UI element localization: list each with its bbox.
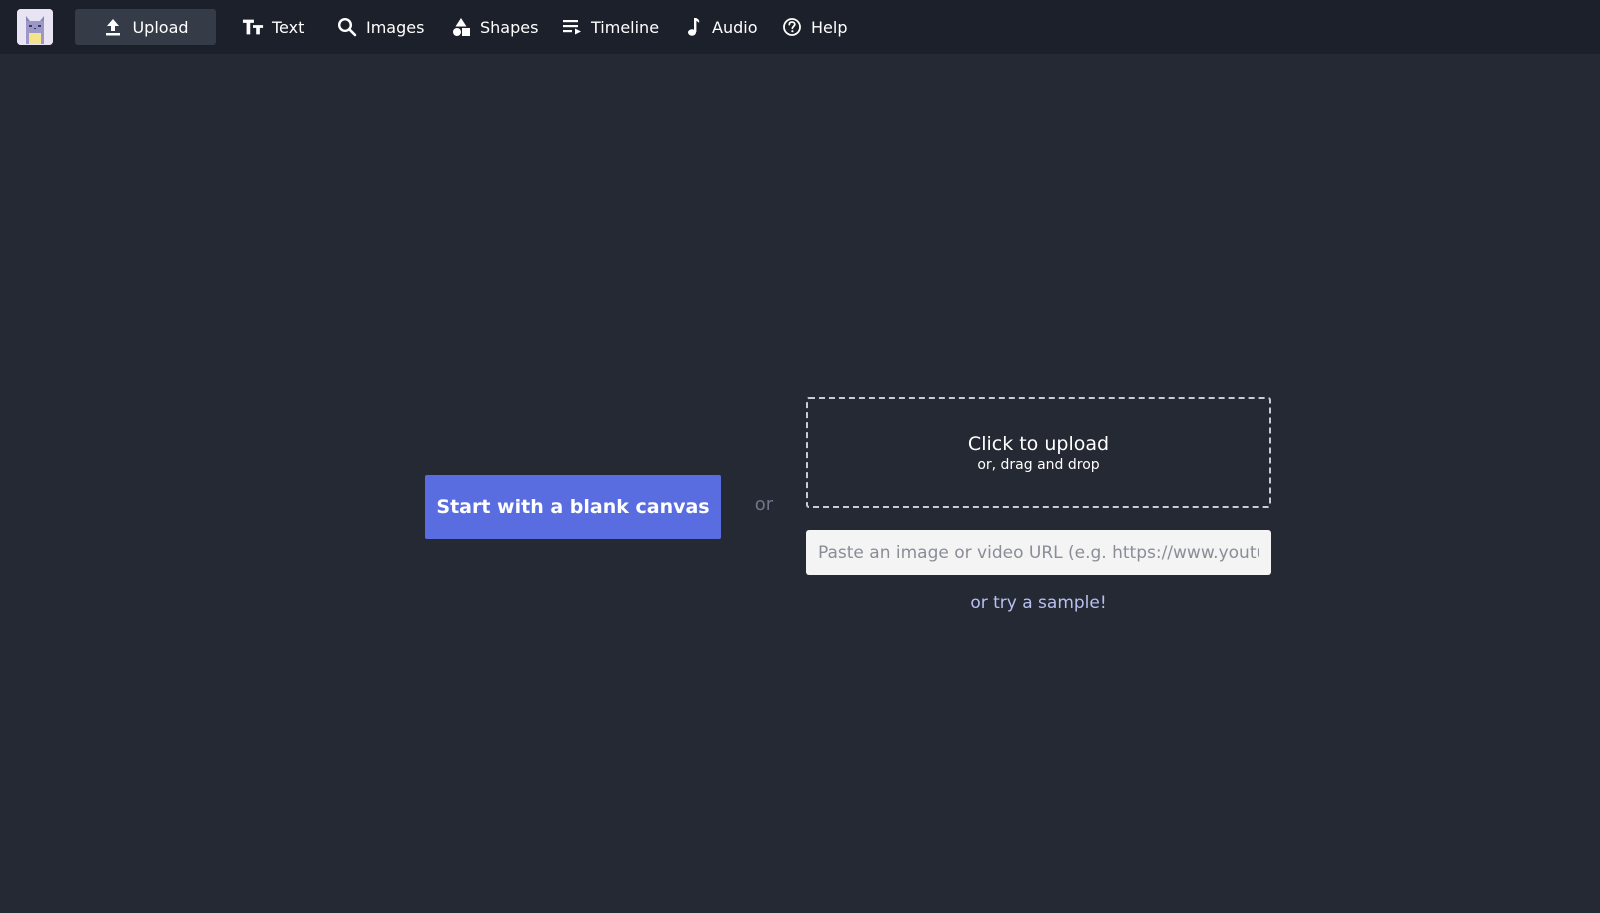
- nav-images-label: Images: [366, 17, 425, 37]
- help-circle-icon: [781, 16, 803, 38]
- shapes-icon: [450, 16, 472, 38]
- top-toolbar: Upload Text Images Shapes Timeline Audio…: [0, 0, 1600, 54]
- nav-text[interactable]: Text: [242, 9, 304, 45]
- nav-shapes-label: Shapes: [480, 17, 539, 37]
- search-icon: [336, 16, 358, 38]
- nav-shapes[interactable]: Shapes: [450, 9, 538, 45]
- nav-text-label: Text: [272, 17, 305, 37]
- text-size-icon: [242, 16, 264, 38]
- timeline-icon: [561, 16, 583, 38]
- nav-upload-label: Upload: [132, 17, 189, 37]
- or-separator: or: [754, 494, 774, 515]
- nav-audio-label: Audio: [712, 17, 758, 37]
- upload-icon: [102, 16, 124, 38]
- nav-images[interactable]: Images: [336, 9, 424, 45]
- dropzone-title: Click to upload: [967, 432, 1110, 455]
- cat-logo-icon: [17, 9, 53, 45]
- nav-help[interactable]: Help: [781, 9, 847, 45]
- try-sample-link[interactable]: or try a sample!: [806, 593, 1271, 613]
- nav-upload[interactable]: Upload: [75, 9, 216, 45]
- blank-canvas-button[interactable]: Start with a blank canvas: [425, 475, 721, 539]
- url-input[interactable]: [806, 530, 1271, 575]
- app-logo[interactable]: [17, 9, 53, 45]
- nav-help-label: Help: [811, 17, 848, 37]
- dropzone-subtitle: or, drag and drop: [977, 456, 1100, 473]
- nav-timeline[interactable]: Timeline: [561, 9, 659, 45]
- nav-timeline-label: Timeline: [591, 17, 660, 37]
- upload-dropzone[interactable]: Click to upload or, drag and drop: [806, 397, 1271, 508]
- nav-audio[interactable]: Audio: [682, 9, 757, 45]
- music-note-icon: [682, 16, 704, 38]
